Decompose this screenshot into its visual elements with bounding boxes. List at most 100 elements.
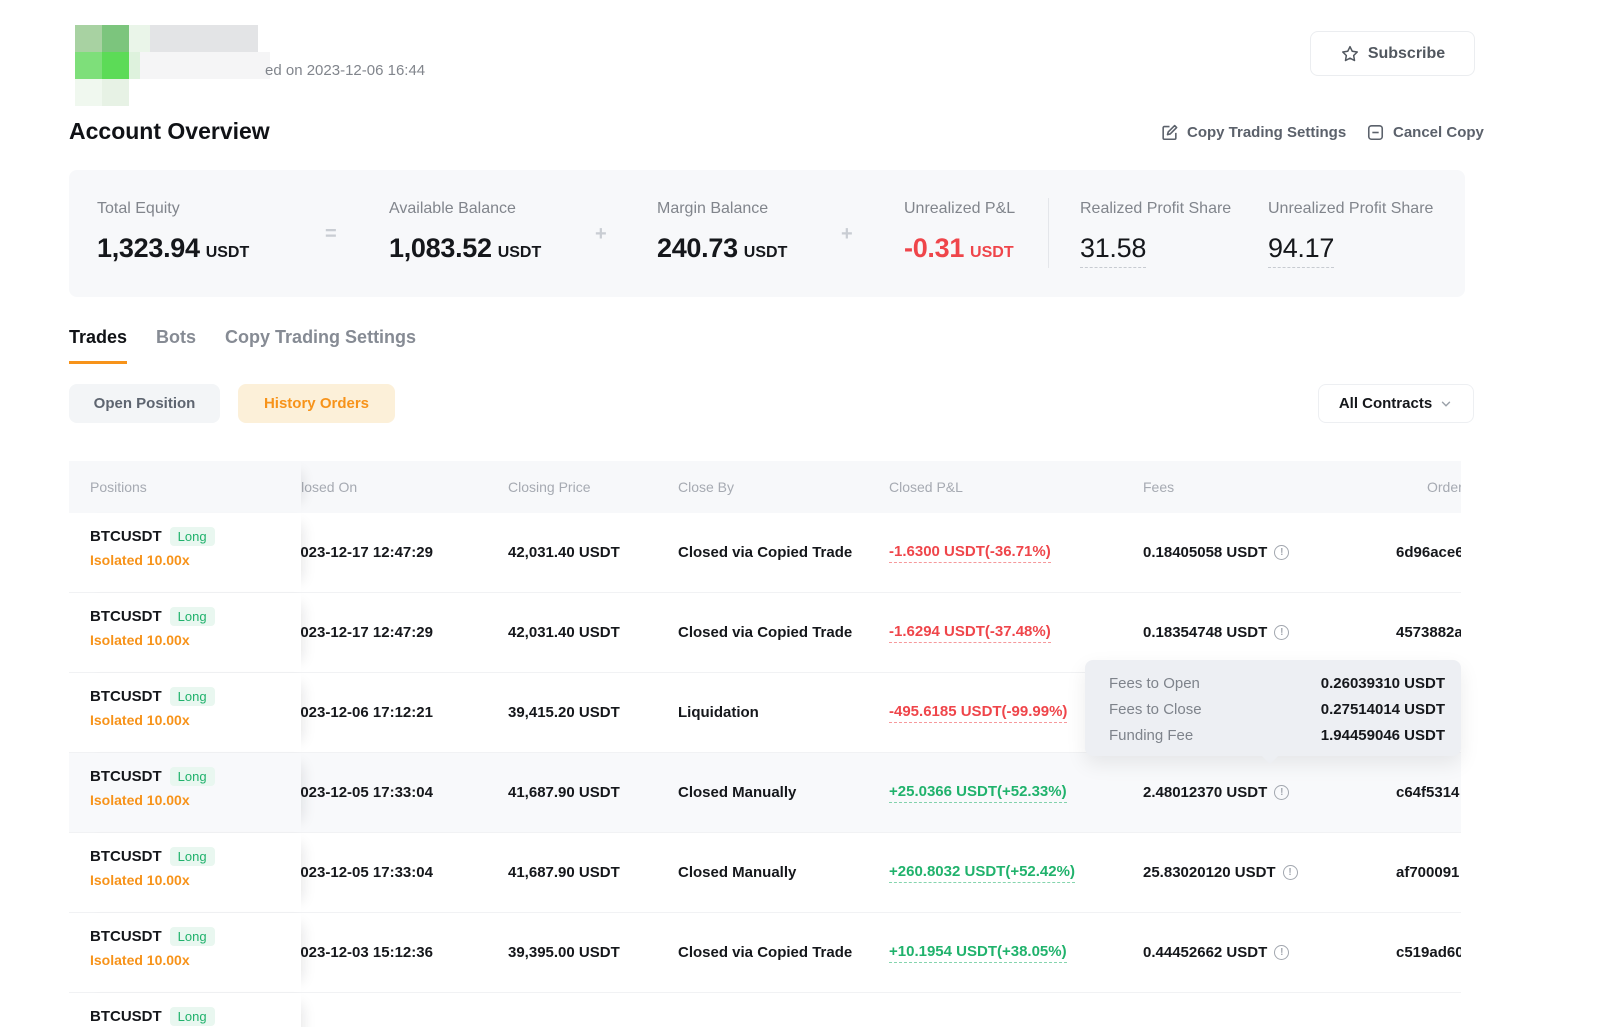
closing-price-cell: 41,687.90 USDT [508,784,678,801]
open-position-button[interactable]: Open Position [69,384,220,423]
cancel-copy-label: Cancel Copy [1393,124,1484,141]
close-by-cell: Closed via Copied Trade [678,944,889,961]
positions-cell: BTCUSDT Long Isolated 10.00x [69,673,301,752]
info-icon[interactable]: ! [1283,865,1298,880]
margin-leverage: Isolated 10.00x [90,952,301,968]
fees-value: 25.83020120 USDT [1143,864,1276,881]
blurred-avatar [72,14,272,98]
margin-leverage: Isolated 10.00x [90,872,301,888]
side-badge: Long [170,927,215,946]
cancel-copy-link[interactable]: Cancel Copy [1366,123,1484,142]
stat-value: 31.58 [1080,233,1146,268]
closed-on-cell: 2023-12-17 12:47:29 [301,624,508,641]
stat-value: 1,083.52 [389,233,492,264]
table-header: Positions Closed On Closing Price Close … [69,461,1461,513]
app: ed on 2023-12-06 16:44 Subscribe Account… [0,0,1600,1027]
subscribe-label: Subscribe [1368,45,1445,63]
side-badge: Long [170,847,215,866]
contract-filter-dropdown[interactable]: All Contracts [1318,384,1474,423]
tab-bots[interactable]: Bots [156,327,196,364]
side-badge: Long [170,767,215,786]
symbol: BTCUSDT [90,848,162,865]
stat-value: -0.31 [904,233,964,264]
info-icon[interactable]: ! [1274,545,1289,560]
close-by-cell: Closed Manually [678,784,889,801]
fees-cell: 0.44452662 USDT ! [1143,944,1396,961]
stat-unit: USDT [744,244,788,262]
fees-cell: 2.48012370 USDT ! [1143,784,1396,801]
table-body: BTCUSDT Long Isolated 10.00x 2023-12-17 … [69,513,1461,1027]
star-icon [1340,44,1360,64]
closed-pnl-cell: +10.1954 USDT(+38.05%) [889,943,1143,963]
stat-operator: = [325,223,337,246]
stat-item: Total Equity 1,323.94 USDT [97,200,249,264]
stat-value: 1,323.94 [97,233,200,264]
side-badge: Long [170,527,215,546]
closed-on-cell: 2023-12-05 17:33:04 [301,784,508,801]
symbol: BTCUSDT [90,1008,162,1025]
side-badge: Long [170,607,215,626]
close-by-cell: Closed via Copied Trade [678,624,889,641]
stat-label: Total Equity [97,200,249,218]
closed-on-cell: 2023-12-17 12:47:29 [301,544,508,561]
order-no-cell: 6d96ace6 [1396,544,1461,561]
stats-panel: Total Equity 1,323.94 USDT Available Bal… [69,170,1465,297]
page-title: Account Overview [69,118,270,145]
tooltip-label: Fees to Open [1109,675,1200,692]
stat-label: Unrealized P&L [904,200,1015,218]
fees-tooltip-rows: Fees to Open 0.26039310 USDT Fees to Clo… [1109,670,1445,748]
fees-value: 0.44452662 USDT [1143,944,1267,961]
closing-price-cell: 39,415.20 USDT [508,704,678,721]
fees-cell: 25.83020120 USDT ! [1143,864,1396,881]
symbol: BTCUSDT [90,688,162,705]
contract-filter-label: All Contracts [1339,395,1432,412]
stats-divider [1048,198,1049,268]
symbol: BTCUSDT [90,528,162,545]
table-row: BTCUSDT Long Isolated 10.00x 2023-12-05 … [69,833,1461,913]
history-orders-button[interactable]: History Orders [238,384,395,423]
positions-cell: BTCUSDT Long Isolated 10.00x [69,593,301,672]
tooltip-value: 1.94459046 USDT [1321,727,1445,744]
close-by-cell: Closed Manually [678,864,889,881]
subscribe-button[interactable]: Subscribe [1310,31,1475,76]
stat-operator: + [841,223,853,246]
stat-unit: USDT [970,244,1014,262]
column-order-no: Order No. [1396,479,1461,495]
closed-on-cell: 2023-12-05 17:33:04 [301,864,508,881]
table-row: BTCUSDT Long Isolated 10.00x 2023-12-17 … [69,513,1461,593]
open-position-label: Open Position [94,395,196,412]
tab-copy-trading-settings[interactable]: Copy Trading Settings [225,327,416,364]
info-icon[interactable]: ! [1274,945,1289,960]
stat-unit: USDT [206,244,250,262]
stat-value: 240.73 [657,233,738,264]
column-close-by: Close By [678,479,889,495]
copy-trading-settings-link[interactable]: Copy Trading Settings [1160,123,1346,142]
tabs: Trades Bots Copy Trading Settings [69,327,416,364]
positions-cell: BTCUSDT Long Isolated 10.00x [69,833,301,912]
tooltip-label: Fees to Close [1109,701,1202,718]
side-badge: Long [170,687,215,706]
stat-operator: + [595,223,607,246]
info-icon[interactable]: ! [1274,785,1289,800]
fees-tooltip: Fees to Open 0.26039310 USDT Fees to Clo… [1085,660,1461,756]
closing-price-cell: 42,031.40 USDT [508,544,678,561]
info-icon[interactable]: ! [1274,625,1289,640]
tab-trades[interactable]: Trades [69,327,127,364]
tooltip-value: 0.26039310 USDT [1321,675,1445,692]
closed-pnl-cell: +260.8032 USDT(+52.42%) [889,863,1143,883]
closing-price-cell: 42,031.40 USDT [508,624,678,641]
subscribed-date-text: ed on 2023-12-06 16:44 [265,62,425,79]
column-closed-pnl: Closed P&L [889,479,1143,495]
fees-value: 0.18354748 USDT [1143,624,1267,641]
closed-pnl-cell: -1.6294 USDT(-37.48%) [889,623,1143,643]
history-orders-label: History Orders [264,395,369,412]
tooltip-row: Fees to Close 0.27514014 USDT [1109,696,1445,722]
tooltip-caret [1261,755,1279,764]
stat-label: Margin Balance [657,200,787,218]
table-row: BTCUSDT Long [69,993,1461,1027]
blurred-username [150,25,258,52]
symbol: BTCUSDT [90,608,162,625]
column-fees: Fees [1143,479,1396,495]
order-no-cell: c64f5314 [1396,784,1461,801]
order-no-cell: 4573882a [1396,624,1461,641]
